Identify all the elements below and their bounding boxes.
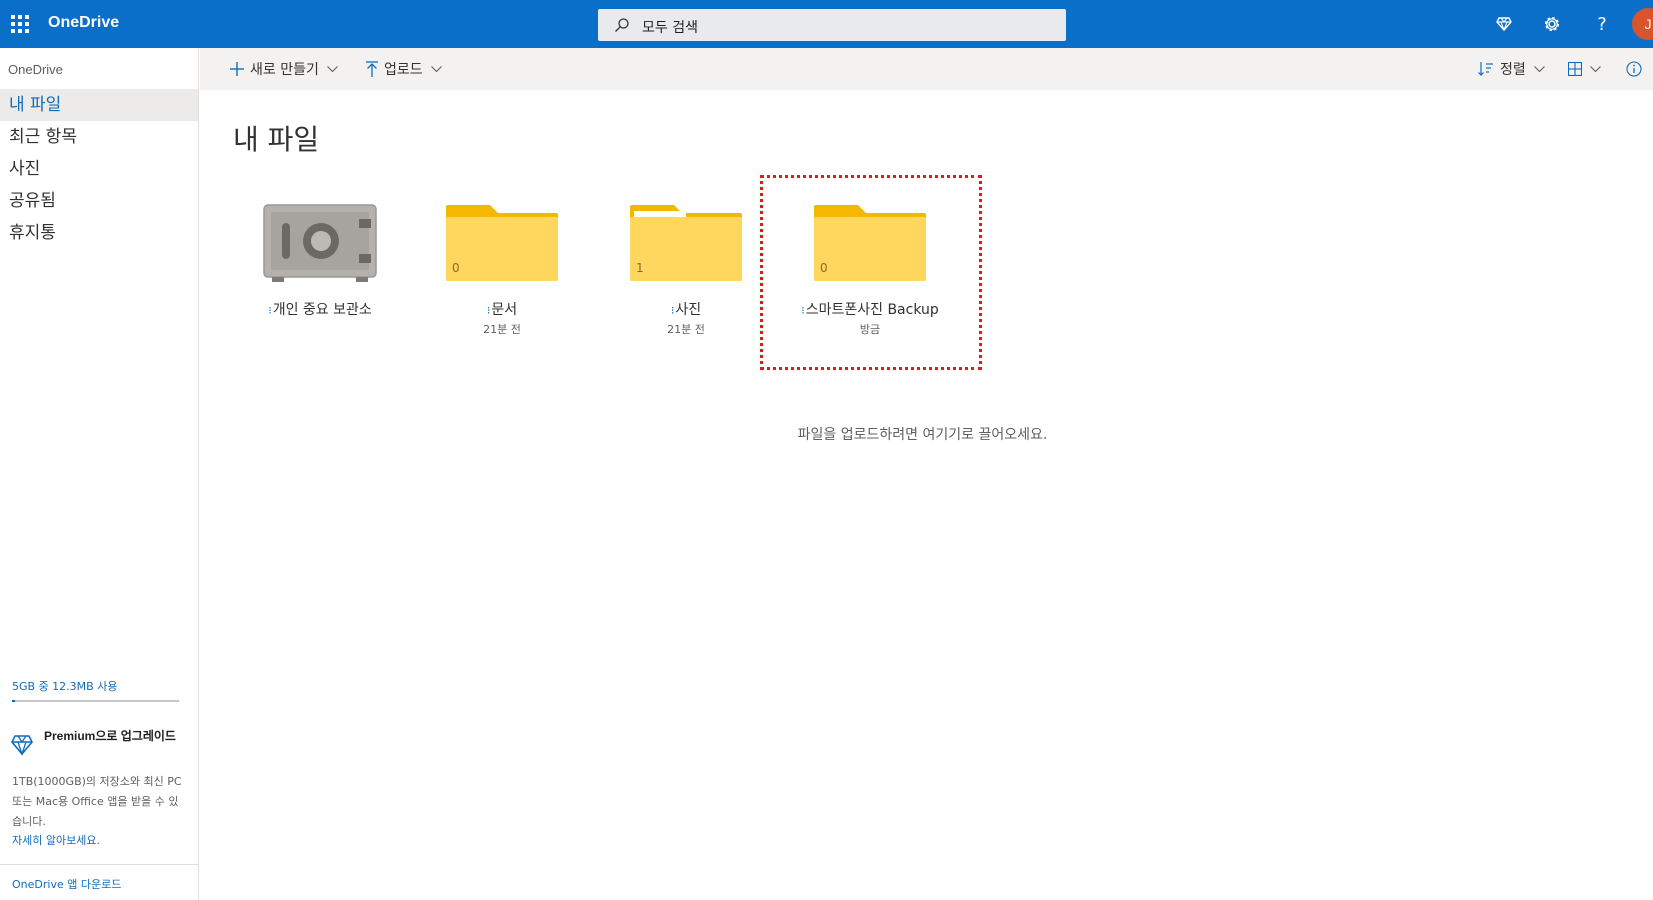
search-box[interactable]: 모두 검색 [598, 9, 1066, 41]
tile-name[interactable]: ⁝스마트폰사진 Backup [780, 299, 960, 319]
help-icon[interactable]: ? [1590, 12, 1614, 36]
tile-name[interactable]: ⁝문서 [412, 299, 592, 319]
chevron-down-icon [430, 65, 442, 72]
syncing-icon: ⁝ [268, 304, 272, 317]
new-button[interactable]: 새로 만들기 [230, 58, 338, 80]
chevron-down-icon [326, 65, 338, 72]
command-bar: 새로 만들기 업로드 정렬 [200, 48, 1653, 90]
folder-item-count: 0 [820, 261, 828, 275]
tile-modified-time: 방금 [859, 323, 881, 336]
tile-modified-time: 21분 전 [667, 323, 705, 336]
new-button-label: 새로 만들기 [250, 62, 319, 78]
premium-diamond-icon [11, 735, 33, 756]
app-download-link[interactable]: OneDrive 앱 다운로드 [12, 876, 121, 892]
sort-button-label: 정렬 [1500, 62, 1526, 78]
tile-name[interactable]: ⁝개인 중요 보관소 [230, 299, 410, 319]
storage-usage-link[interactable]: 5GB 중 12.3MB 사용 [12, 678, 117, 694]
tile-folder-phone-backup[interactable]: 0 ⁝스마트폰사진 Backup 방금 [780, 195, 960, 345]
search-icon [615, 18, 629, 32]
search-placeholder: 모두 검색 [642, 20, 698, 36]
view-options-button[interactable] [1568, 58, 1601, 80]
nav-item-my-files[interactable]: 내 파일 [0, 89, 198, 121]
upload-button[interactable]: 업로드 [366, 58, 442, 80]
premium-upgrade-title[interactable]: Premium으로 업그레이드 [44, 729, 184, 744]
personal-vault-safe-icon [263, 204, 377, 282]
tile-name-text: 문서 [491, 302, 518, 318]
folder-item-count: 0 [452, 261, 460, 275]
info-icon [1626, 61, 1642, 77]
nav-item-photos[interactable]: 사진 [0, 153, 198, 185]
syncing-icon: ⁝ [801, 304, 805, 317]
sidebar-title: OneDrive [8, 62, 63, 77]
storage-progress-bar [12, 700, 179, 702]
folder-with-content-icon [630, 205, 742, 281]
tile-name-text: 스마트폰사진 Backup [805, 302, 939, 318]
premium-diamond-icon[interactable] [1492, 12, 1516, 36]
app-launcher-waffle-icon[interactable] [6, 10, 34, 38]
learn-more-link[interactable]: 자세히 알아보세요. [12, 832, 100, 848]
drop-zone-hint: 파일을 업로드하려면 여기기로 끌어오세요. [797, 427, 1048, 443]
tile-name-text: 사진 [675, 302, 702, 318]
folder-icon [446, 205, 558, 281]
sort-icon [1478, 62, 1493, 76]
plus-icon [230, 62, 244, 76]
grid-view-icon [1568, 62, 1582, 76]
sort-button[interactable]: 정렬 [1478, 58, 1545, 80]
upload-arrow-icon [366, 61, 378, 77]
nav-list: 내 파일 최근 항목 사진 공유됨 휴지통 [0, 89, 198, 249]
chevron-down-icon [1533, 65, 1545, 72]
folder-icon [814, 205, 926, 281]
nav-item-recent[interactable]: 최근 항목 [0, 121, 198, 153]
settings-gear-icon[interactable] [1540, 12, 1564, 36]
left-nav: OneDrive 내 파일 최근 항목 사진 공유됨 휴지통 5GB 중 12.… [0, 48, 199, 900]
tile-folder-photos[interactable]: 1 ⁝사진 21분 전 [596, 195, 776, 345]
chevron-down-icon [1590, 65, 1601, 72]
user-avatar[interactable]: J [1632, 8, 1653, 40]
storage-progress-fill [12, 700, 16, 702]
app-title[interactable]: OneDrive [48, 14, 119, 32]
folder-item-count: 1 [636, 261, 644, 275]
tile-modified-time: 21분 전 [483, 323, 521, 336]
syncing-icon: ⁝ [670, 304, 675, 317]
syncing-icon: ⁝ [486, 304, 491, 317]
tile-folder-documents[interactable]: 0 ⁝문서 21분 전 [412, 195, 592, 345]
nav-item-shared[interactable]: 공유됨 [0, 185, 198, 217]
top-header: OneDrive 모두 검색 ? J [0, 0, 1653, 48]
nav-item-recycle-bin[interactable]: 휴지통 [0, 217, 198, 249]
divider [0, 864, 198, 865]
info-pane-button[interactable] [1626, 58, 1642, 80]
page-title: 내 파일 [233, 123, 320, 156]
premium-description: 1TB(1000GB)의 저장소와 최신 PC 또는 Mac용 Office 앱… [12, 775, 182, 828]
tile-personal-vault[interactable]: ⁝개인 중요 보관소 [230, 195, 410, 345]
tile-name-text: 개인 중요 보관소 [272, 302, 372, 318]
tile-name[interactable]: ⁝사진 [596, 299, 776, 319]
upload-button-label: 업로드 [384, 62, 423, 78]
